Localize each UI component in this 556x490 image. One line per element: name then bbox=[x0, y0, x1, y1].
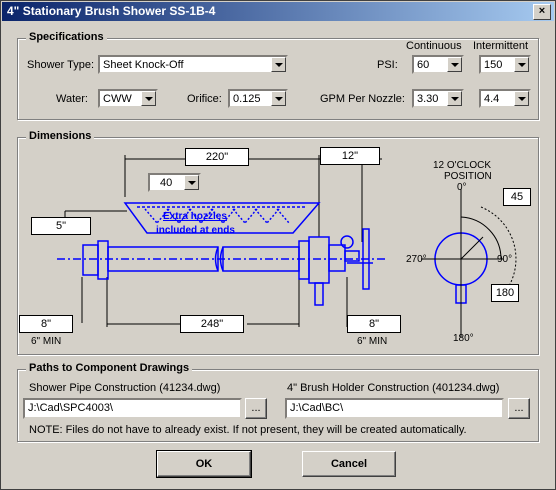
nozzle-note-line2: included at ends bbox=[156, 225, 235, 236]
chevron-down-icon[interactable] bbox=[447, 57, 462, 72]
specifications-label: Specifications bbox=[26, 31, 107, 43]
chevron-down-icon[interactable] bbox=[447, 91, 462, 106]
chevron-down-icon[interactable] bbox=[271, 57, 286, 72]
overall-length-field[interactable]: 220" bbox=[185, 148, 249, 166]
angle-from-field[interactable]: 45 bbox=[503, 188, 531, 206]
chevron-down-icon[interactable] bbox=[184, 175, 199, 190]
pipe-length-field[interactable]: 248" bbox=[180, 315, 244, 333]
dialog-window: 4" Stationary Brush Shower SS-1B-4 × Spe… bbox=[0, 0, 556, 490]
shower-type-value: Sheet Knock-Off bbox=[103, 59, 184, 71]
nozzle-note-line1: Extra nozzles bbox=[163, 211, 227, 222]
psi-label: PSI: bbox=[377, 59, 398, 71]
pipe-browse-button[interactable]: ... bbox=[245, 398, 267, 419]
clock-title-line1: 12 O'CLOCK bbox=[433, 160, 492, 171]
angle-180-label: 180° bbox=[453, 333, 474, 344]
psi-continuous-value: 60 bbox=[417, 59, 430, 71]
gpm-label: GPM Per Nozzle: bbox=[320, 93, 405, 105]
right-offset-field[interactable]: 8" bbox=[347, 315, 401, 333]
dimensions-label: Dimensions bbox=[26, 130, 95, 142]
continuous-header: Continuous bbox=[406, 40, 462, 52]
orifice-label: Orifice: bbox=[187, 93, 222, 105]
gpm-intermittent-select[interactable]: 4.4 bbox=[479, 89, 531, 108]
gpm-intermittent-value: 4.4 bbox=[484, 93, 500, 105]
chevron-down-icon[interactable] bbox=[141, 91, 156, 106]
intermittent-header: Intermittent bbox=[473, 40, 529, 52]
height-field[interactable]: 5" bbox=[31, 217, 91, 235]
angle-0-label: 0° bbox=[457, 182, 467, 193]
right-extension-field[interactable]: 12" bbox=[320, 147, 380, 165]
angle-to-field[interactable]: 180 bbox=[491, 284, 519, 302]
min-left-label: 6" MIN bbox=[31, 336, 62, 347]
orifice-value: 0.125 bbox=[233, 93, 261, 105]
cancel-button[interactable]: Cancel bbox=[302, 451, 396, 477]
clock-title-line2: POSITION bbox=[444, 171, 492, 182]
paths-label: Paths to Component Drawings bbox=[26, 362, 193, 374]
paths-note: NOTE: Files do not have to already exist… bbox=[29, 424, 467, 436]
close-button[interactable]: × bbox=[533, 4, 551, 20]
chevron-down-icon[interactable] bbox=[271, 91, 286, 106]
angle-90-label: 90° bbox=[497, 254, 513, 265]
holder-path-label: 4" Brush Holder Construction (401234.dwg… bbox=[287, 382, 500, 394]
window-title: 4" Stationary Brush Shower SS-1B-4 bbox=[7, 4, 216, 18]
holder-path-input[interactable]: J:\Cad\BC\ bbox=[285, 398, 504, 419]
nozzle-count-select[interactable]: 40 bbox=[148, 173, 201, 192]
chevron-down-icon[interactable] bbox=[514, 91, 529, 106]
psi-intermittent-select[interactable]: 150 bbox=[479, 55, 531, 74]
gpm-continuous-select[interactable]: 3.30 bbox=[412, 89, 464, 108]
pipe-path-input[interactable]: J:\Cad\SPC4003\ bbox=[23, 398, 242, 419]
shower-type-select[interactable]: Sheet Knock-Off bbox=[98, 55, 288, 74]
ok-button[interactable]: OK bbox=[156, 450, 252, 478]
nozzle-count-value: 40 bbox=[160, 177, 173, 189]
psi-continuous-select[interactable]: 60 bbox=[412, 55, 464, 74]
pipe-path-label: Shower Pipe Construction (41234.dwg) bbox=[29, 382, 221, 394]
angle-270-label: 270° bbox=[406, 254, 427, 265]
gpm-continuous-value: 3.30 bbox=[417, 93, 439, 105]
water-label: Water: bbox=[56, 93, 88, 105]
left-offset-field[interactable]: 8" bbox=[19, 315, 73, 333]
water-select[interactable]: CWW bbox=[98, 89, 158, 108]
shower-type-label: Shower Type: bbox=[27, 59, 95, 71]
water-value: CWW bbox=[103, 93, 132, 105]
psi-intermittent-value: 150 bbox=[484, 59, 503, 71]
orifice-select[interactable]: 0.125 bbox=[228, 89, 288, 108]
holder-browse-button[interactable]: ... bbox=[508, 398, 530, 419]
chevron-down-icon[interactable] bbox=[514, 57, 529, 72]
min-right-label: 6" MIN bbox=[357, 336, 388, 347]
title-bar: 4" Stationary Brush Shower SS-1B-4 × bbox=[2, 2, 554, 21]
